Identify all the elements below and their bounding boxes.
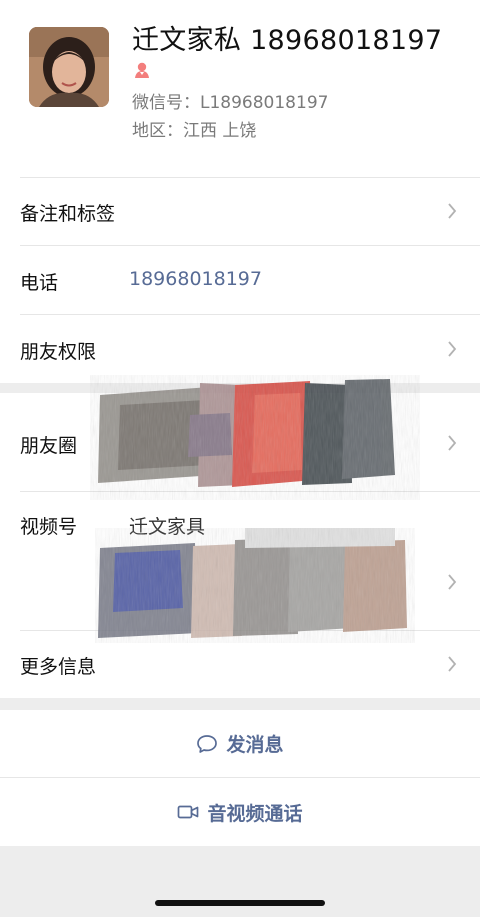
phone-row[interactable]: 电话 18968018197 — [0, 246, 480, 314]
permissions-label: 朋友权限 — [20, 341, 97, 363]
female-gender-icon — [135, 62, 149, 78]
chat-bubble-icon — [197, 734, 218, 753]
home-indicator[interactable] — [155, 900, 325, 906]
chevron-right-icon — [448, 341, 457, 357]
more-info-label: 更多信息 — [20, 656, 97, 678]
contact-profile-page: 迁文家私 18968018197 微信号：L18968018197 地区：江西 … — [0, 0, 480, 917]
remark-row[interactable]: 备注和标签 — [0, 177, 480, 245]
avatar[interactable] — [29, 27, 109, 107]
send-message-button[interactable]: 发消息 — [0, 710, 480, 777]
wechat-id: 微信号：L18968018197 — [132, 93, 329, 113]
permissions-row[interactable]: 朋友权限 — [0, 315, 480, 383]
region: 地区：江西 上饶 — [132, 121, 257, 141]
channels-name: 迁文家具 — [129, 516, 206, 538]
send-message-label: 发消息 — [226, 734, 284, 756]
chevron-right-icon — [448, 203, 457, 219]
video-call-label: 音视频通话 — [207, 802, 303, 825]
info-section: 备注和标签 电话 18968018197 朋友权限 — [0, 177, 480, 383]
moments-label: 朋友圈 — [20, 435, 78, 457]
moments-row[interactable]: 朋友圈 — [0, 393, 480, 491]
channels-row[interactable]: 视频号 迁文家具 — [0, 492, 480, 630]
social-section: 朋友圈 视频号 迁文家具 更多信息 — [0, 393, 480, 698]
profile-header: 迁文家私 18968018197 微信号：L18968018197 地区：江西 … — [0, 0, 480, 177]
remark-label: 备注和标签 — [20, 203, 116, 225]
channels-label: 视频号 — [20, 516, 78, 538]
phone-number-link[interactable]: 18968018197 — [129, 268, 262, 290]
video-call-button[interactable]: 音视频通话 — [0, 778, 480, 846]
chevron-right-icon — [448, 435, 457, 451]
more-info-row[interactable]: 更多信息 — [0, 631, 480, 698]
contact-name: 迁文家私 18968018197 — [132, 25, 443, 56]
chevron-right-icon — [448, 656, 457, 672]
chevron-right-icon — [448, 574, 457, 590]
phone-label: 电话 — [20, 272, 59, 294]
video-camera-icon — [178, 805, 199, 819]
avatar-image — [29, 27, 109, 107]
